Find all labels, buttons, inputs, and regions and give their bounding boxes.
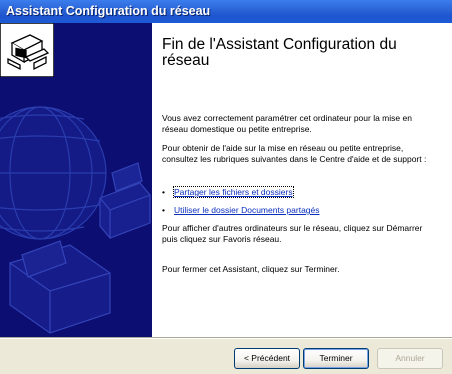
link-shared-documents[interactable]: Utiliser le dossier Documents partagés [174,205,320,215]
network-places-hint: Pour afficher d'autres ordinateurs sur l… [162,223,423,244]
list-item: • Partager les fichiers et dossiers [162,186,294,199]
success-message: Vous avez correctement paramétrer cet or… [162,113,412,134]
close-hint: Pour fermer cet Assistant, cliquez sur T… [162,264,340,274]
cancel-button[interactable]: Annuler [377,348,443,369]
back-button[interactable]: < Précédent [234,348,300,369]
list-item: • Utiliser le dossier Documents partagés [162,205,320,217]
wizard-window: Assistant Configuration du réseau Fin de… [0,0,452,374]
fax-icon [9,240,111,334]
bullet: • [162,187,165,197]
globe-icon [0,106,107,240]
window-title: Assistant Configuration du réseau [6,4,211,18]
button-bar: < Précédent Terminer Annuler [0,339,452,374]
link-share-files[interactable]: Partager les fichiers et dossiers [173,186,294,198]
page-title: Fin de l'Assistant Configuration du rése… [162,36,397,69]
printer-icon [99,162,151,239]
wizard-sidebar-artwork [0,23,152,337]
bullet: • [162,205,165,215]
help-intro: Pour obtenir de l'aide sur la mise en ré… [162,143,427,164]
network-computer-icon [0,23,54,77]
wizard-content-pane: Fin de l'Assistant Configuration du rése… [152,23,452,337]
title-bar[interactable]: Assistant Configuration du réseau [0,0,452,23]
finish-button[interactable]: Terminer [303,348,369,369]
